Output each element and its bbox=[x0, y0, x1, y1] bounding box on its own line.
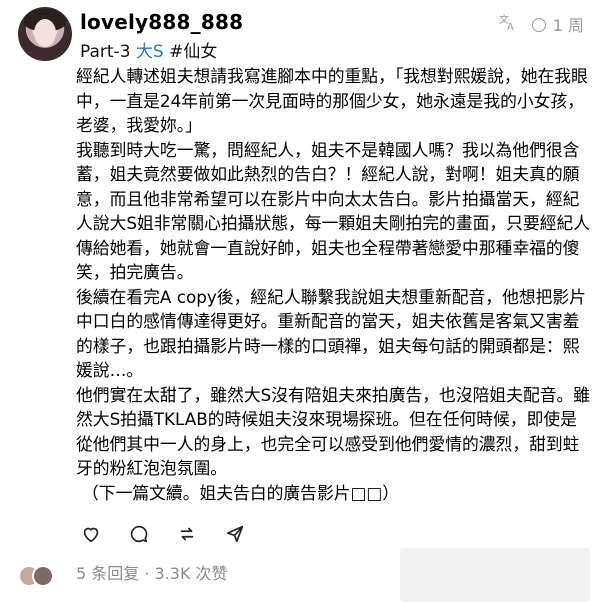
action-bar bbox=[80, 522, 246, 546]
mention-link[interactable]: 大S bbox=[136, 42, 164, 62]
post-subtitle: Part-3 大S #仙女 bbox=[80, 37, 217, 62]
paragraph: （下一篇文續。姐夫告白的廣告影片□□） bbox=[82, 482, 399, 503]
paragraph: 後續在看完A copy後，經紀人聯繫我說姐夫想重新配音，他想把影片中口白的感情傳… bbox=[76, 286, 586, 381]
heart-icon[interactable] bbox=[80, 523, 102, 545]
paragraph: 經紀人轉述姐夫想請我寫進腳本中的重點，「我想對熙媛說，她在我眼中，一直是24年前… bbox=[76, 66, 588, 135]
svg-text:A: A bbox=[507, 22, 514, 32]
repost-icon[interactable] bbox=[176, 523, 198, 545]
post-footer: 5 条回复 · 3.3K 次赞 bbox=[0, 548, 600, 602]
post-time: 1 周 bbox=[531, 12, 584, 36]
reply-avatars bbox=[18, 563, 58, 587]
avatar bbox=[32, 565, 54, 587]
watermark bbox=[400, 548, 590, 602]
username[interactable]: lovely888_888 bbox=[80, 10, 243, 34]
comment-icon[interactable] bbox=[128, 523, 150, 545]
engagement-stats[interactable]: 5 条回复 · 3.3K 次赞 bbox=[76, 560, 228, 584]
clock-icon bbox=[531, 18, 546, 32]
paragraph: 他們實在太甜了，雖然大S沒有陪姐夫來拍廣告，也沒陪姐夫配音。雖然大S拍攝TKLA… bbox=[76, 384, 591, 479]
post-body: 經紀人轉述姐夫想請我寫進腳本中的重點，「我想對熙媛說，她在我眼中，一直是24年前… bbox=[76, 64, 591, 505]
paragraph: 我聽到時大吃一驚，問經紀人，姐夫不是韓國人嗎？我以為他們很含蓄，姐夫竟然要做如此… bbox=[76, 139, 591, 283]
time-label: 1 周 bbox=[552, 16, 584, 35]
translate-icon[interactable]: 文A bbox=[498, 12, 518, 33]
share-icon[interactable] bbox=[224, 523, 246, 545]
avatar[interactable] bbox=[18, 7, 72, 61]
part-label: Part-3 bbox=[80, 42, 131, 62]
hashtag-link[interactable]: #仙女 bbox=[169, 42, 217, 62]
